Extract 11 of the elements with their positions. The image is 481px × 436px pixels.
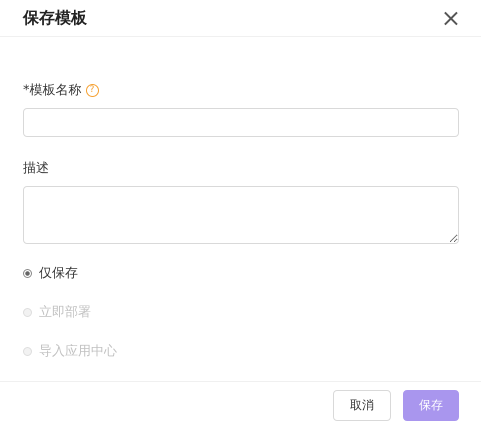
dialog-title: 保存模板 <box>23 8 87 28</box>
textarea-field[interactable] <box>23 186 459 244</box>
field-label: 描述 <box>23 160 49 177</box>
cancel-button[interactable]: 取消 <box>333 390 391 420</box>
radio-button[interactable] <box>23 268 32 278</box>
input-field[interactable] <box>23 108 459 137</box>
radio-label: 导入应用中心 <box>39 343 117 360</box>
field-label: *模板名称 <box>23 82 82 99</box>
radio-label: 仅保存 <box>39 265 78 282</box>
close-button[interactable]: × <box>440 6 461 30</box>
radio-label: 立即部署 <box>39 304 91 321</box>
